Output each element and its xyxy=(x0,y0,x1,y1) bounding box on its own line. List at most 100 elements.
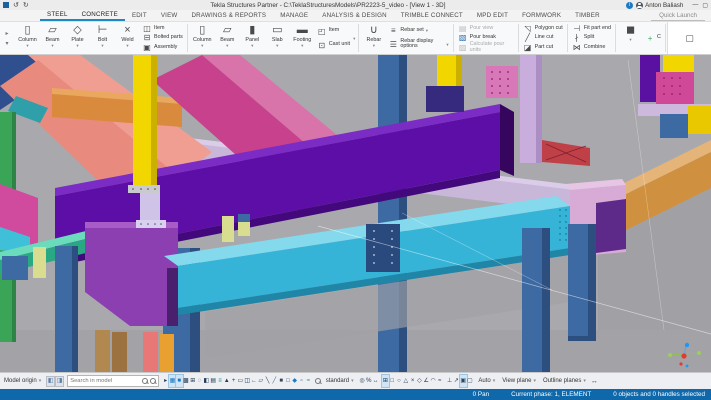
selection-switches-7[interactable]: ▤ xyxy=(210,375,217,387)
snap-switches-7[interactable]: ◠ xyxy=(430,375,437,387)
snap-switches-2[interactable]: ○ xyxy=(396,375,403,387)
model-pink-bolt-plate[interactable] xyxy=(486,66,518,98)
ribbon-button-c[interactable]: +C xyxy=(643,34,663,43)
search-icon[interactable] xyxy=(142,378,148,384)
model-search[interactable] xyxy=(67,375,159,387)
tab-timber[interactable]: TIMBER xyxy=(568,10,607,21)
tab-concrete[interactable]: CONCRETE xyxy=(75,10,125,21)
model-ygreen-stub[interactable] xyxy=(33,247,46,278)
selection-switches-10[interactable]: + xyxy=(230,375,237,387)
standard-dropdown[interactable]: standard ▾ xyxy=(324,377,356,385)
user-name[interactable]: Anton Baliash xyxy=(645,2,683,9)
restore-button[interactable]: ▢ xyxy=(702,2,708,9)
ribbon-button-component[interactable]: ◼▾ xyxy=(618,23,643,53)
selection-switches-12[interactable]: ◫ xyxy=(244,375,251,387)
tab-view[interactable]: VIEW xyxy=(154,10,185,21)
model-blue-column-d[interactable] xyxy=(568,224,596,341)
resize-arrow-icon[interactable]: ↔ xyxy=(591,378,598,385)
search-input[interactable] xyxy=(70,378,140,384)
ribbon-button-bolt[interactable]: ⊢Bolt▾ xyxy=(90,23,115,53)
tab-drawings-reports[interactable]: DRAWINGS & REPORTS xyxy=(184,10,273,21)
view-plane-dropdown[interactable]: View plane ▾ xyxy=(500,377,538,385)
selection-switches-6[interactable]: ◧ xyxy=(203,375,210,387)
user-avatar[interactable] xyxy=(636,2,643,9)
selection-switches-0[interactable]: ▸ xyxy=(162,375,169,387)
selection-switches-8[interactable]: ≡ xyxy=(217,375,224,387)
post-snap-switches-3[interactable]: ▢ xyxy=(467,375,474,387)
ribbon-button-part-cut[interactable]: ◪Part cut xyxy=(521,43,565,52)
ribbon-button-pour-view[interactable]: ▤Pour view xyxy=(456,24,516,33)
model-tan-strip-2[interactable] xyxy=(112,332,127,372)
selection-switches-14[interactable]: ▱ xyxy=(257,375,264,387)
quick-launch[interactable]: Quick Launch xyxy=(651,10,705,21)
model-splice-plate[interactable] xyxy=(366,224,400,272)
post-snap-switches-2[interactable]: ▣ xyxy=(460,375,467,387)
model-stub-1[interactable] xyxy=(222,216,234,242)
ribbon-overflow[interactable]: ▸▾ xyxy=(0,22,14,54)
model-view[interactable] xyxy=(0,55,711,372)
model-blue-column-c[interactable] xyxy=(522,228,550,372)
snap-switches-1[interactable]: □ xyxy=(389,375,396,387)
model-blue-column-a[interactable] xyxy=(55,246,78,372)
auto-dropdown[interactable]: Auto ▾ xyxy=(476,377,497,385)
selection-switches-13[interactable]: ← xyxy=(251,375,258,387)
ribbon-button-plate[interactable]: ◇Plate▾ xyxy=(65,23,90,53)
model-origin-dropdown[interactable]: Model origin ▾ xyxy=(2,377,43,385)
selection-switches-1[interactable]: ▦ xyxy=(169,375,176,387)
selection-switches-18[interactable]: □ xyxy=(285,375,292,387)
ribbon-button-beam[interactable]: ▱Beam▾ xyxy=(215,23,240,53)
snap-switches-8[interactable]: ≈ xyxy=(436,375,443,387)
origin-mini-buttons-0[interactable]: ◧ xyxy=(46,376,55,387)
snap-switches-6[interactable]: ∠ xyxy=(423,375,430,387)
selection-switches-11[interactable]: ▭ xyxy=(237,375,244,387)
model-magenta-bolt-block[interactable] xyxy=(656,72,694,104)
model-pink-strip[interactable] xyxy=(143,332,158,372)
tab-formwork[interactable]: FORMWORK xyxy=(515,10,568,21)
ribbon-button-split[interactable]: ∤Split xyxy=(570,33,613,42)
snap-switches-5[interactable]: ◇ xyxy=(416,375,423,387)
ribbon-button-combine[interactable]: ⋈Combine xyxy=(570,43,613,52)
ribbon-button-item[interactable]: ◰Item xyxy=(315,27,352,36)
snap-switches-0[interactable]: ⊞ xyxy=(382,375,389,387)
mid-switches-2[interactable]: ↔ xyxy=(372,375,379,387)
model-stub-2[interactable] xyxy=(238,214,250,236)
ribbon-button-polygon-cut[interactable]: ◹Polygon cut xyxy=(521,24,565,33)
tab-analysis-design[interactable]: ANALYSIS & DESIGN xyxy=(315,10,394,21)
selection-switches-20[interactable]: ▫ xyxy=(298,375,305,387)
selection-switches-2[interactable]: ■ xyxy=(176,375,183,387)
tab-steel[interactable]: STEEL xyxy=(40,10,75,21)
model-orange-strip[interactable] xyxy=(160,334,174,372)
ribbon-button-rebar[interactable]: ∪Rebar▾ xyxy=(361,23,386,53)
ribbon-button-cast-unit[interactable]: ⊡Cast unit xyxy=(315,41,352,50)
selection-switches-3[interactable]: ▩ xyxy=(183,375,190,387)
selection-switches-9[interactable]: ▲ xyxy=(223,375,230,387)
ribbon-button-rebar-display-options[interactable]: ☰Rebar display options▾ xyxy=(386,39,450,50)
ribbon-button-item[interactable]: ◫Item xyxy=(140,24,185,33)
tab-manage[interactable]: MANAGE xyxy=(273,10,315,21)
viewport-3d[interactable] xyxy=(0,55,711,372)
mid-switches-1[interactable]: % xyxy=(365,375,372,387)
zoom-icon[interactable] xyxy=(315,378,321,384)
selection-switches-5[interactable]: ◌ xyxy=(196,375,203,387)
info-icon[interactable]: i xyxy=(626,2,633,9)
ribbon-button-slab[interactable]: ▭Slab▾ xyxy=(265,23,290,53)
ribbon-button-line-cut[interactable]: ╱Line cut xyxy=(521,33,565,42)
redo-icon[interactable]: ↻ xyxy=(23,1,29,10)
ribbon-button-beam[interactable]: ▱Beam▾ xyxy=(40,23,65,53)
ribbon-button-assembly[interactable]: ▣Assembly xyxy=(140,43,185,52)
tab-mpd-edit[interactable]: MPD EDIT xyxy=(470,10,515,21)
selection-switches-15[interactable]: ╲ xyxy=(264,375,271,387)
model-lavender-column[interactable] xyxy=(520,55,542,163)
origin-mini-buttons-1[interactable]: ◨ xyxy=(55,376,64,387)
selection-switches-16[interactable]: ╱ xyxy=(271,375,278,387)
post-snap-switches-1[interactable]: ↗ xyxy=(453,375,460,387)
model-tan-strip-1[interactable] xyxy=(95,330,110,372)
mid-switches-0[interactable]: ◎ xyxy=(359,375,366,387)
tab-edit[interactable]: EDIT xyxy=(125,10,154,21)
ribbon-button-column[interactable]: ▯Column▾ xyxy=(15,23,40,53)
selection-switches-17[interactable]: ■ xyxy=(278,375,285,387)
model-yellow-block-tr[interactable] xyxy=(663,55,694,72)
outline-planes-dropdown[interactable]: Outline planes ▾ xyxy=(541,377,588,385)
ribbon-button-fit-part-end[interactable]: ⊣Fit part end xyxy=(570,24,613,33)
ribbon-button-rebar-set[interactable]: ≡Rebar set▾ xyxy=(386,26,450,35)
